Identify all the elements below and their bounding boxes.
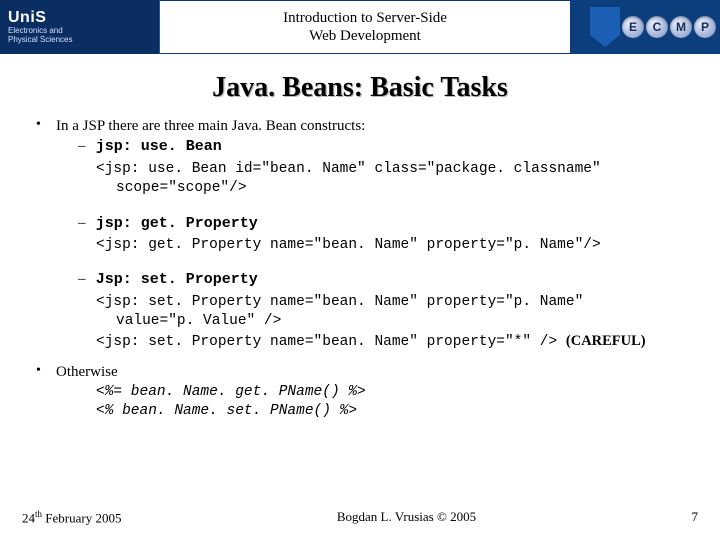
usebean-code-1: <jsp: use. Bean id="bean. Name" class="p… (96, 160, 690, 180)
footer-date: 24th February 2005 (22, 509, 121, 526)
course-title: Introduction to Server-Side Web Developm… (160, 1, 570, 53)
content: In a JSP there are three main Java. Bean… (0, 104, 720, 422)
careful-warning: (CAREFUL) (566, 333, 646, 349)
setproperty-code-3: <jsp: set. Property name="bean. Name" pr… (96, 332, 690, 353)
medal-c: C (646, 16, 668, 38)
bullet-constructs: In a JSP there are three main Java. Bean… (30, 116, 690, 352)
course-title-line2: Web Development (160, 27, 570, 45)
footer: 24th February 2005 Bogdan L. Vrusias © 2… (0, 509, 720, 526)
banner-right: E C M P (570, 0, 720, 54)
institution-logo: UniS Electronics and Physical Sciences (0, 0, 160, 54)
setproperty-code-1: <jsp: set. Property name="bean. Name" pr… (96, 293, 690, 313)
getproperty-code: <jsp: get. Property name="bean. Name" pr… (96, 236, 690, 256)
footer-author: Bogdan L. Vrusias © 2005 (337, 509, 476, 526)
banner: UniS Electronics and Physical Sciences I… (0, 0, 720, 54)
setproperty-label: Jsp: set. Property (96, 271, 258, 288)
bullet-constructs-text: In a JSP there are three main Java. Bean… (56, 118, 365, 134)
dept-line2: Physical Sciences (8, 36, 151, 45)
scriptlet-set: <% bean. Name. set. PName() %> (56, 402, 690, 422)
setproperty-code-2: value="p. Value" /> (96, 312, 690, 332)
usebean-code-2: scope="scope"/> (96, 179, 690, 199)
medal-p: P (694, 16, 716, 38)
crest-icon (590, 7, 620, 47)
bullet-otherwise-text: Otherwise (56, 364, 118, 380)
scriptlet-get: <%= bean. Name. get. PName() %> (56, 383, 690, 403)
bullet-otherwise: Otherwise <%= bean. Name. get. PName() %… (30, 362, 690, 421)
medal-m: M (670, 16, 692, 38)
logo-text: UniS (8, 9, 151, 27)
medal-e: E (622, 16, 644, 38)
usebean-label: jsp: use. Bean (96, 138, 222, 155)
slide-title: Java. Beans: Basic Tasks (0, 72, 720, 104)
getproperty-label: jsp: get. Property (96, 215, 258, 232)
course-title-line1: Introduction to Server-Side (160, 9, 570, 27)
footer-page: 7 (691, 509, 698, 526)
